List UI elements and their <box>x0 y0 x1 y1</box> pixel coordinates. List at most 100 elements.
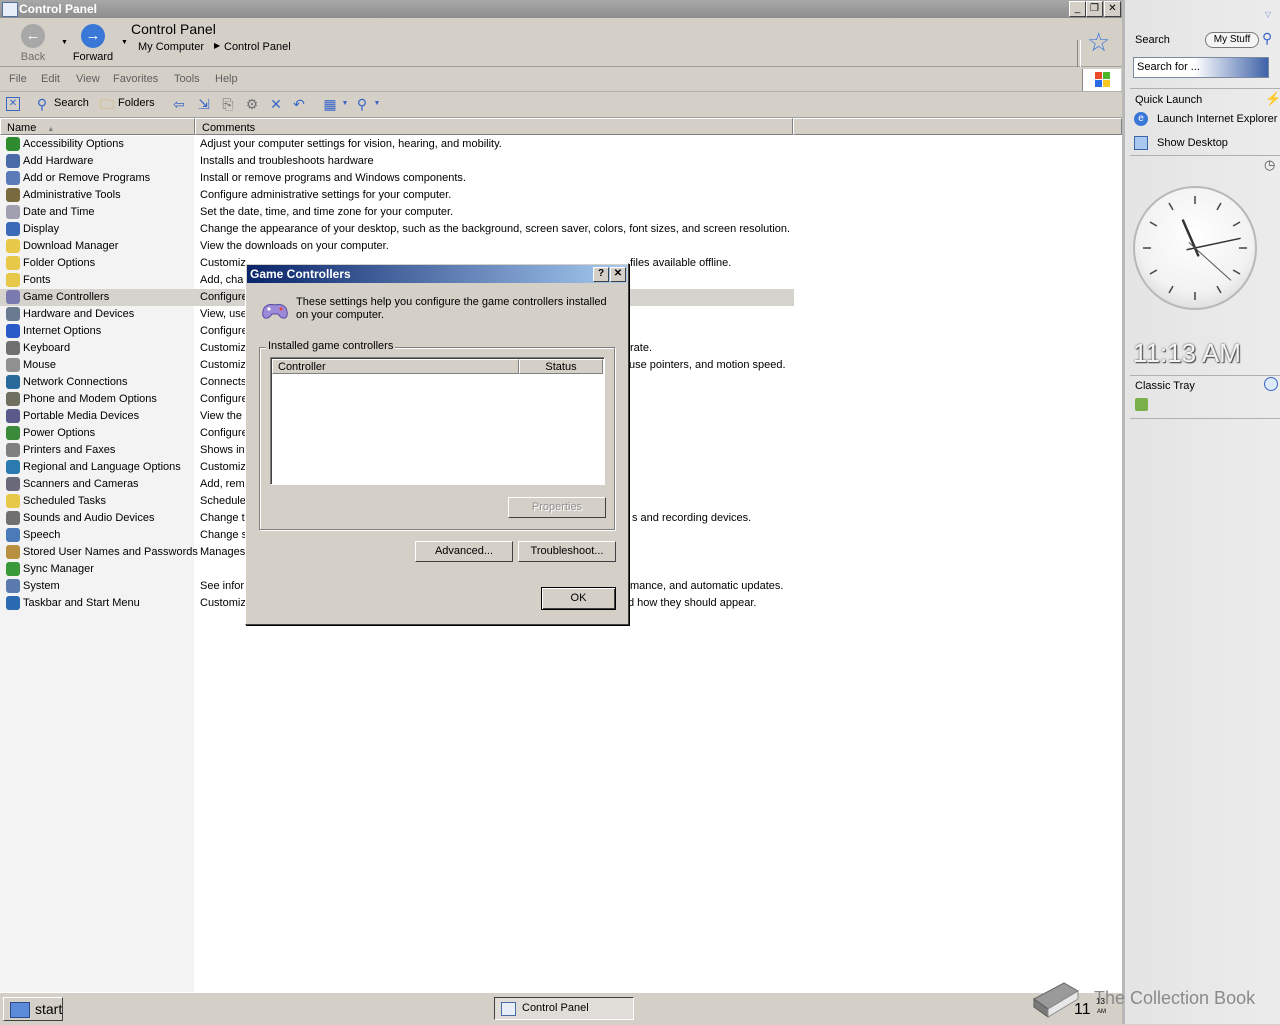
move-to-icon[interactable]: ⇲ <box>196 96 212 112</box>
forward-dropdown-icon[interactable]: ▼ <box>121 39 128 46</box>
find-dropdown-icon[interactable]: ▼ <box>369 96 385 112</box>
speech-icon <box>6 528 20 542</box>
network-tray-icon[interactable] <box>1135 398 1148 411</box>
classic-tray-title: Classic Tray <box>1135 380 1195 392</box>
folders-button[interactable]: Folders <box>118 97 155 109</box>
menu-help[interactable]: Help <box>215 73 238 85</box>
list-item[interactable]: Add Hardware Installs and troubleshoots h… <box>0 153 794 170</box>
up-folder-icon[interactable]: ⇦ <box>171 96 187 112</box>
column-header-comments[interactable]: Comments <box>195 118 793 135</box>
item-name: Folder Options <box>23 257 96 269</box>
dialog-title-bar[interactable]: Game Controllers ? ✕ <box>247 265 627 283</box>
media-device-icon <box>6 409 20 423</box>
menu-view[interactable]: View <box>76 73 100 85</box>
item-comment: Customiz <box>200 461 246 473</box>
forward-button[interactable]: → Forward <box>71 22 115 63</box>
start-label: start <box>35 1001 63 1017</box>
search-icon[interactable]: ⚲ <box>1262 30 1272 47</box>
properties-icon[interactable]: ⚙ <box>244 96 260 112</box>
folders-icon[interactable]: 🗀 <box>99 96 115 112</box>
item-name: Sounds and Audio Devices <box>23 512 155 524</box>
column-header-name[interactable]: Name ▲ <box>0 118 195 135</box>
back-button[interactable]: ← Back <box>11 22 55 63</box>
list-item[interactable]: Display Change the appearance of your des… <box>0 221 794 238</box>
column-header-controller[interactable]: Controller <box>272 359 519 374</box>
clock-tick <box>1232 221 1241 227</box>
digital-time: 11:13 AM <box>1133 338 1241 368</box>
delete-icon[interactable]: ✕ <box>268 96 284 112</box>
undo-icon[interactable]: ↶ <box>291 96 307 112</box>
menu-favorites[interactable]: Favorites <box>113 73 158 85</box>
item-comment: Change s <box>200 529 248 541</box>
item-comment: Change t <box>200 512 245 524</box>
breadcrumb-control-panel[interactable]: Control Panel <box>224 41 291 53</box>
list-item[interactable]: Date and Time Set the date, time, and tim… <box>0 204 794 221</box>
clock-settings-icon[interactable]: ◷ <box>1264 157 1275 173</box>
item-name: Game Controllers <box>23 291 110 303</box>
window-title-bar[interactable]: Control Panel _ ❐ ✕ <box>0 0 1122 18</box>
item-name: Hardware and Devices <box>23 308 135 320</box>
item-comment-tail: s and recording devices. <box>632 512 752 524</box>
control-panel-icon <box>501 1002 516 1016</box>
clock-tick <box>1149 269 1158 275</box>
scheduled-tasks-icon <box>6 494 20 508</box>
list-item[interactable]: Download Manager View the downloads on yo… <box>0 238 794 255</box>
tray-clock-hour[interactable]: 11 <box>1074 1001 1091 1019</box>
views-icon[interactable]: ▦ <box>322 96 338 112</box>
clock-tick <box>1216 202 1222 211</box>
item-comment: Connects <box>200 376 247 388</box>
troubleshoot-button[interactable]: Troubleshoot... <box>518 541 616 562</box>
search-icon[interactable]: ⚲ <box>34 96 50 112</box>
list-item[interactable]: Add or Remove Programs Install or remove … <box>0 170 794 187</box>
phone-icon <box>6 392 20 406</box>
sidebar-collapse-icon[interactable]: ▽ <box>1265 10 1271 19</box>
menu-tools[interactable]: Tools <box>174 73 200 85</box>
taskbar-item-control-panel[interactable]: Control Panel <box>494 997 634 1020</box>
copy-to-icon[interactable]: ⎘ <box>220 96 236 112</box>
scanner-icon <box>6 477 20 491</box>
accessibility-icon <box>6 137 20 151</box>
find-icon[interactable]: ⚲ <box>354 96 370 112</box>
quick-launch-show-desktop[interactable]: Show Desktop <box>1157 137 1228 149</box>
item-comment: Customiz <box>200 257 246 269</box>
sidebar-search-input[interactable]: Search for ... <box>1133 57 1269 78</box>
tray-clock-ampm: AM <box>1097 1009 1106 1015</box>
item-comment: Add, rem <box>200 478 245 490</box>
menu-file[interactable]: File <box>9 73 27 85</box>
back-dropdown-icon[interactable]: ▼ <box>61 39 68 46</box>
close-pane-icon[interactable]: ✕ <box>6 97 20 111</box>
favorites-star-icon[interactable]: ☆ <box>1087 27 1110 58</box>
windows-logo <box>1082 69 1121 91</box>
restore-button[interactable]: ❐ <box>1086 1 1103 17</box>
advanced-button[interactable]: Advanced... <box>415 541 513 562</box>
item-name: Portable Media Devices <box>23 410 140 422</box>
fonts-folder-icon <box>6 273 20 287</box>
item-comment-tail: files available offline. <box>630 257 732 269</box>
taskbar: start Control Panel 11 13 AM <box>0 982 1122 1025</box>
menu-edit[interactable]: Edit <box>41 73 60 85</box>
search-button[interactable]: Search <box>54 97 89 109</box>
quick-launch-internet-explorer[interactable]: Launch Internet Explorer <box>1157 113 1278 125</box>
list-item[interactable]: Administrative Tools Configure administra… <box>0 187 794 204</box>
ok-button[interactable]: OK <box>541 587 616 610</box>
forward-arrow-icon: → <box>81 24 105 48</box>
system-icon <box>6 579 20 593</box>
close-button[interactable]: ✕ <box>1104 1 1121 17</box>
my-stuff-button[interactable]: My Stuff <box>1205 32 1259 48</box>
item-name: Accessibility Options <box>23 138 124 150</box>
controllers-list[interactable]: Controller Status <box>270 357 605 485</box>
minimize-button[interactable]: _ <box>1069 1 1086 17</box>
tray-settings-icon[interactable] <box>1264 377 1278 391</box>
list-item[interactable]: Accessibility Options Adjust your compute… <box>0 136 794 153</box>
hardware-icon <box>6 307 20 321</box>
column-header-status[interactable]: Status <box>519 359 603 374</box>
start-button[interactable]: start <box>3 997 63 1021</box>
folder-options-icon <box>6 256 20 270</box>
dialog-help-button[interactable]: ? <box>593 267 609 282</box>
breadcrumb-my-computer[interactable]: My Computer <box>138 41 204 53</box>
item-name: Printers and Faxes <box>23 444 116 456</box>
item-name: Internet Options <box>23 325 102 337</box>
views-dropdown-icon[interactable]: ▼ <box>337 96 353 112</box>
printer-icon <box>6 443 20 457</box>
dialog-close-button[interactable]: ✕ <box>610 267 626 282</box>
